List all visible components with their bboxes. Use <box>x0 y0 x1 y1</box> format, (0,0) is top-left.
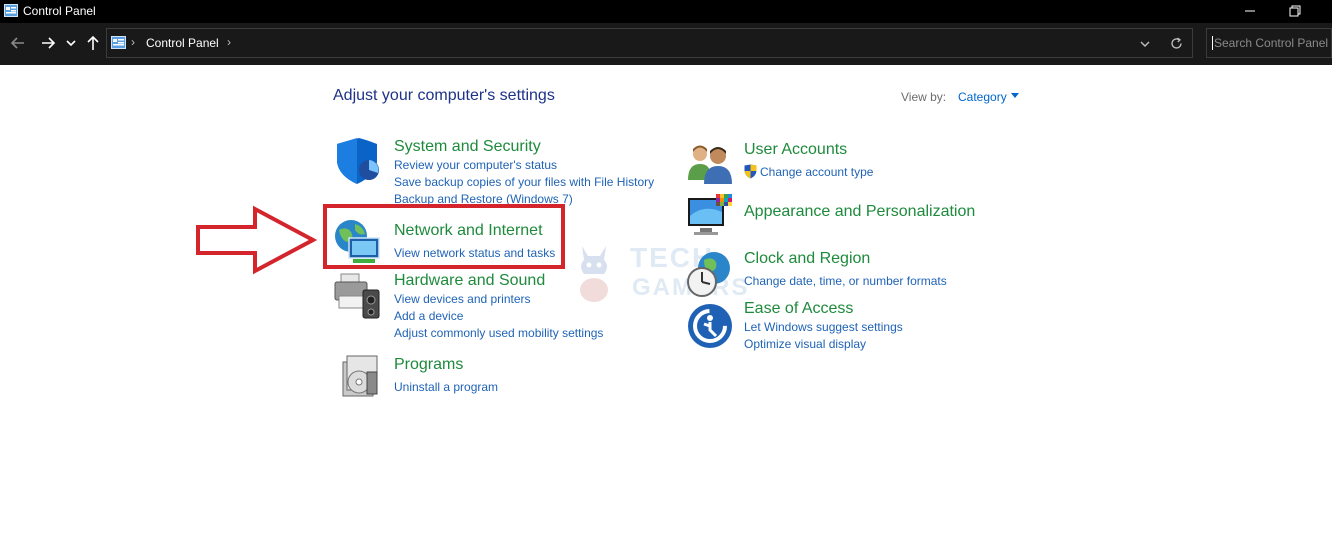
category-programs[interactable]: Programs <box>394 356 463 374</box>
back-arrow-icon[interactable] <box>9 34 27 52</box>
highlight-box-annotation <box>323 204 565 269</box>
shield-icon[interactable] <box>333 138 381 186</box>
category-clock-and-region[interactable]: Clock and Region <box>744 250 870 268</box>
link-add-device[interactable]: Add a device <box>394 309 463 323</box>
refresh-icon[interactable] <box>1169 36 1184 51</box>
category-hardware-and-sound[interactable]: Hardware and Sound <box>394 272 545 290</box>
minimize-icon[interactable] <box>1240 2 1260 20</box>
window-title: Control Panel <box>23 4 96 18</box>
address-bar-row: › Control Panel › <box>0 23 1332 65</box>
address-dropdown-chevron-icon[interactable] <box>1138 37 1152 51</box>
link-change-account-type[interactable]: Change account type <box>760 165 873 179</box>
link-suggest-settings[interactable]: Let Windows suggest settings <box>744 320 903 334</box>
clock-globe-icon[interactable] <box>686 250 734 298</box>
users-icon[interactable] <box>686 140 734 188</box>
link-review-status[interactable]: Review your computer's status <box>394 158 557 172</box>
link-optimize-display[interactable]: Optimize visual display <box>744 337 866 351</box>
category-appearance-and-personalization[interactable]: Appearance and Personalization <box>744 203 975 221</box>
breadcrumb-control-panel[interactable]: Control Panel <box>146 36 219 50</box>
watermark-logo: TECH GAMERS <box>574 240 764 306</box>
view-by-label: View by: <box>901 90 947 104</box>
category-system-and-security[interactable]: System and Security <box>394 138 541 156</box>
forward-arrow-icon[interactable] <box>39 34 57 52</box>
restore-icon[interactable] <box>1285 2 1305 20</box>
breadcrumb-separator-icon[interactable]: › <box>227 35 231 49</box>
ease-of-access-icon[interactable] <box>686 302 734 350</box>
address-field[interactable]: › Control Panel › <box>106 28 1193 58</box>
page-heading: Adjust your computer's settings <box>333 87 555 104</box>
text-cursor <box>1212 36 1213 50</box>
recent-locations-chevron-icon[interactable] <box>64 34 78 52</box>
search-input[interactable] <box>1206 28 1332 58</box>
view-by-dropdown[interactable]: Category <box>958 90 1007 104</box>
link-change-formats[interactable]: Change date, time, or number formats <box>744 274 947 288</box>
link-uninstall-program[interactable]: Uninstall a program <box>394 380 498 394</box>
category-user-accounts[interactable]: User Accounts <box>744 141 847 159</box>
category-ease-of-access[interactable]: Ease of Access <box>744 300 853 318</box>
arrow-right-annotation-icon <box>196 205 318 275</box>
link-file-history[interactable]: Save backup copies of your files with Fi… <box>394 175 654 189</box>
programs-disc-icon[interactable] <box>337 352 385 400</box>
link-devices-printers[interactable]: View devices and printers <box>394 292 531 306</box>
control-panel-icon <box>111 36 126 49</box>
control-panel-icon <box>4 4 18 17</box>
uac-shield-icon <box>744 164 757 179</box>
mascot-icon <box>580 246 608 302</box>
breadcrumb-separator-icon[interactable]: › <box>131 35 135 49</box>
view-by-triangle-icon[interactable] <box>1011 93 1019 99</box>
up-arrow-icon[interactable] <box>84 34 102 52</box>
title-bar: Control Panel <box>0 0 1332 23</box>
printer-speaker-icon[interactable] <box>333 272 381 320</box>
link-mobility-settings[interactable]: Adjust commonly used mobility settings <box>394 326 603 340</box>
monitor-palette-icon[interactable] <box>686 192 734 240</box>
